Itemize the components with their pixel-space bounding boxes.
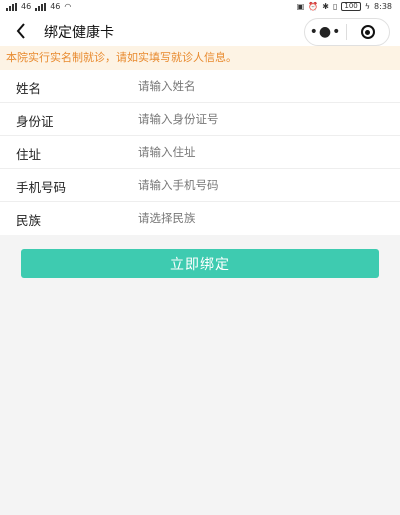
form-row-name: 姓名 — [0, 70, 400, 103]
battery-icon: 100 — [341, 2, 361, 11]
mini-program-capsule: •●• — [304, 18, 390, 46]
bind-now-button[interactable]: 立即绑定 — [21, 249, 379, 278]
network-type-left: 46 — [21, 2, 32, 11]
id-card-label: 身份证 — [16, 114, 54, 129]
form-row-address: 住址 — [0, 136, 400, 169]
vibrate-icon: ▯ — [332, 2, 338, 11]
bind-card-form: 姓名 身份证 住址 手机号码 民族 — [0, 70, 400, 235]
form-row-phone: 手机号码 — [0, 169, 400, 202]
form-row-ethnicity: 民族 — [0, 202, 400, 235]
name-input[interactable] — [138, 76, 378, 96]
name-label: 姓名 — [16, 81, 42, 96]
target-icon — [360, 25, 375, 39]
nav-bar: 绑定健康卡 •●• — [0, 16, 400, 46]
clock-time: 8:38 — [374, 2, 392, 11]
phone-input[interactable] — [138, 175, 378, 195]
ethnicity-select[interactable] — [138, 208, 378, 228]
nfc-icon: ▣ — [296, 2, 305, 11]
signal-icon-2 — [35, 2, 47, 11]
form-row-id-card: 身份证 — [0, 103, 400, 136]
more-dots-icon[interactable]: •●• — [305, 20, 346, 44]
address-input[interactable] — [138, 142, 378, 162]
charging-icon: ϟ — [364, 2, 371, 11]
ethnicity-label: 民族 — [16, 213, 42, 228]
status-right: ▣ ⏰ ✱ ▯ 100 ϟ 8:38 — [297, 2, 392, 11]
id-card-input[interactable] — [138, 109, 378, 129]
real-name-notice: 本院实行实名制就诊，请如实填写就诊人信息。 — [0, 46, 400, 70]
page-title: 绑定健康卡 — [44, 25, 114, 41]
alarm-icon: ⏰ — [308, 2, 319, 11]
wifi-icon: ◠ — [64, 2, 72, 11]
close-capsule-button[interactable] — [347, 25, 388, 39]
network-type-right: 46 — [50, 2, 61, 11]
address-label: 住址 — [16, 147, 42, 162]
status-bar: 46 46 ◠ ▣ ⏰ ✱ ▯ 100 ϟ 8:38 — [0, 0, 400, 16]
phone-label: 手机号码 — [16, 180, 67, 195]
signal-icon — [6, 2, 17, 11]
back-arrow-icon[interactable] — [10, 20, 32, 42]
bluetooth-icon: ✱ — [322, 2, 329, 11]
status-left: 46 46 ◠ — [6, 2, 71, 11]
